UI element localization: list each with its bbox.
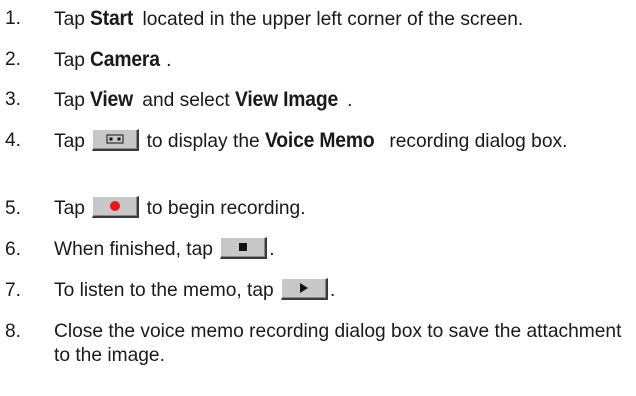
keyword-view: View: [90, 88, 134, 111]
voice-memo-button[interactable]: [92, 128, 140, 151]
keyword-view-image: View Image: [235, 88, 339, 111]
step-text-part: Tap: [54, 198, 91, 219]
step-text: Close the voice memo recording dialog bo…: [54, 321, 622, 366]
step-text-part: .: [347, 90, 353, 111]
step-text-part: When finished, tap: [54, 239, 219, 260]
step-number: 3.: [5, 89, 22, 110]
step-text-part: Tap: [54, 9, 91, 30]
step-text: Tap Camera.: [54, 48, 632, 73]
step-text: Tap to begin recording.: [54, 195, 632, 221]
step-text: Tap to display the Voice Memo recording …: [54, 128, 632, 154]
step-number: 4.: [5, 130, 22, 151]
step-number: 1.: [5, 8, 22, 29]
step-text: When finished, tap .: [54, 236, 632, 262]
stop-icon: [239, 243, 248, 252]
instruction-list: 1. Tap Start located in the upper left c…: [0, 0, 636, 396]
step-text-part: to begin recording.: [141, 198, 306, 219]
step-text-part: to display the: [141, 131, 265, 152]
step-text-part: and select: [136, 90, 236, 111]
step-number: 7.: [5, 280, 22, 301]
play-button[interactable]: [281, 277, 329, 300]
stop-button[interactable]: [220, 236, 268, 259]
step-text-part: To listen to the memo, tap: [54, 280, 280, 301]
step-text-part: recording dialog box.: [383, 131, 568, 152]
record-button[interactable]: [92, 195, 140, 218]
step-text: To listen to the memo, tap .: [54, 277, 632, 303]
step-text-part: .: [166, 50, 172, 71]
step-number: 6.: [5, 239, 22, 260]
step-number: 5.: [5, 198, 22, 219]
step-text-part: Tap: [54, 90, 91, 111]
step-number: 2.: [5, 49, 22, 70]
record-icon: [110, 201, 121, 212]
keyword-start: Start: [90, 7, 134, 30]
step-text-part: Tap: [54, 50, 91, 71]
voice-memo-tape-icon: [106, 134, 124, 144]
keyword-camera: Camera: [90, 48, 161, 71]
play-icon: [300, 283, 309, 294]
keyword-voice-memo: Voice Memo: [265, 129, 375, 152]
step-text-part: .: [330, 280, 336, 301]
step-text: Tap Start located in the upper left corn…: [54, 7, 632, 32]
step-text-part: located in the upper left corner of the …: [137, 9, 524, 30]
step-number: 8.: [5, 321, 22, 342]
step-text-part: Tap: [54, 131, 91, 152]
step-text: Tap View and select View Image.: [54, 88, 632, 113]
step-text-part: .: [269, 239, 275, 260]
